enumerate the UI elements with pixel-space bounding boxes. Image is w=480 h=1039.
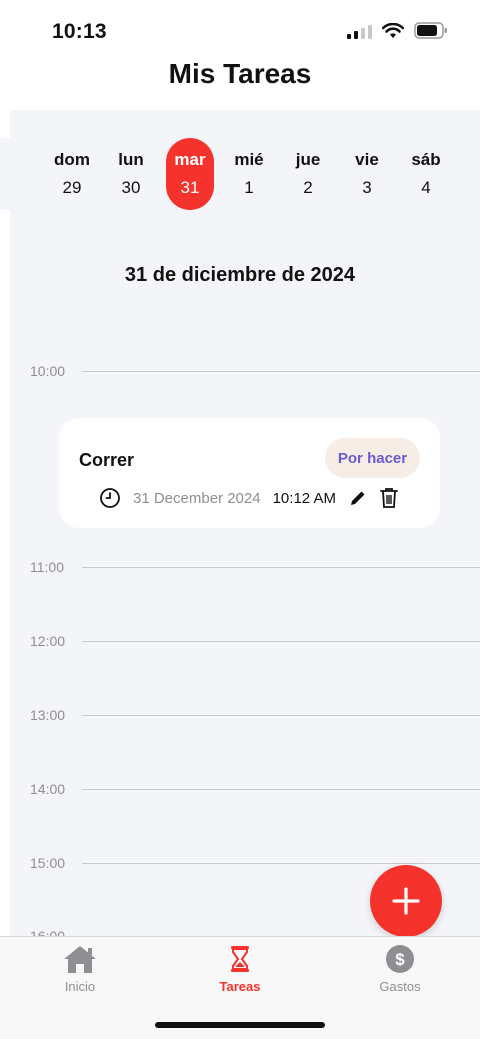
hour-divider [82, 788, 480, 790]
home-icon [64, 946, 96, 973]
svg-text:$: $ [395, 950, 405, 969]
tab-label: Gastos [379, 979, 421, 994]
timeline-row: 13:00 [30, 705, 480, 725]
tab-label: Inicio [64, 979, 96, 994]
day-name: lun [118, 150, 144, 169]
page-title: Mis Tareas [168, 58, 312, 89]
day-name: sáb [411, 150, 441, 169]
day-name: vie [355, 150, 379, 169]
day-name: mié [234, 150, 264, 169]
day-number: 1 [244, 178, 254, 197]
hour-divider [82, 862, 480, 864]
hour-label: 10:00 [30, 363, 66, 379]
day-number: 2 [303, 178, 313, 197]
task-title: Correr [79, 450, 135, 470]
day-number: 30 [121, 178, 141, 197]
tab-gastos[interactable]: $ Gastos [340, 943, 460, 994]
status-bar: 10:13 [0, 0, 480, 60]
task-status-badge[interactable]: Por hacer [325, 438, 420, 478]
clock-icon [100, 488, 120, 508]
hour-label: 15:00 [30, 855, 66, 871]
home-indicator [155, 1022, 325, 1028]
day-name: jue [295, 150, 321, 169]
week-strip: dom 29 lun 30 mar 31 mié 1 jue 2 vie 3 s… [0, 138, 480, 210]
day-name: dom [54, 150, 90, 169]
day-tuesday-selected[interactable]: mar 31 [166, 138, 214, 210]
timeline-row: 14:00 [30, 779, 480, 799]
day-thursday[interactable]: jue 2 [284, 138, 332, 210]
pencil-icon[interactable] [348, 488, 368, 508]
hour-divider [82, 714, 480, 716]
battery-icon [414, 22, 447, 39]
tab-inicio[interactable]: Inicio [20, 943, 140, 994]
wifi-icon [382, 22, 404, 38]
status-time: 10:13 [52, 20, 107, 43]
timeline-row: 11:00 [30, 557, 480, 577]
day-number: 29 [62, 178, 82, 197]
plus-icon [392, 887, 420, 915]
task-time: 10:12 AM [272, 489, 336, 507]
task-card[interactable]: Correr Por hacer 31 December 2024 10:12 … [59, 418, 440, 528]
tab-label: Tareas [219, 979, 261, 994]
hour-divider [82, 566, 480, 568]
day-monday[interactable]: lun 30 [107, 138, 155, 210]
hour-divider [82, 370, 480, 372]
add-task-button[interactable] [370, 865, 442, 937]
day-wednesday[interactable]: mié 1 [225, 138, 273, 210]
day-name: mar [174, 150, 206, 169]
task-date: 31 December 2024 [133, 489, 261, 507]
task-meta: 31 December 2024 10:12 AM [99, 486, 400, 510]
timeline-row: 10:00 [30, 361, 480, 381]
hour-label: 11:00 [30, 559, 64, 575]
hour-label: 12:00 [30, 633, 66, 649]
tab-tareas[interactable]: Tareas [180, 943, 300, 994]
hour-label: 14:00 [30, 781, 66, 797]
timeline-row: 12:00 [30, 631, 480, 651]
status-icons [347, 22, 448, 39]
day-number: 3 [362, 178, 372, 197]
hourglass-icon [231, 946, 249, 972]
trash-icon[interactable] [378, 486, 400, 510]
dollar-icon: $ [386, 945, 414, 973]
day-number: 31 [180, 178, 200, 197]
day-sunday[interactable]: dom 29 [48, 138, 96, 210]
day-number: 4 [421, 178, 431, 197]
hour-divider [82, 640, 480, 642]
cellular-signal-icon [347, 23, 372, 39]
day-saturday[interactable]: sáb 4 [402, 138, 450, 210]
hour-label: 13:00 [30, 707, 66, 723]
selected-date-heading: 31 de diciembre de 2024 [124, 264, 356, 286]
day-friday[interactable]: vie 3 [343, 138, 391, 210]
